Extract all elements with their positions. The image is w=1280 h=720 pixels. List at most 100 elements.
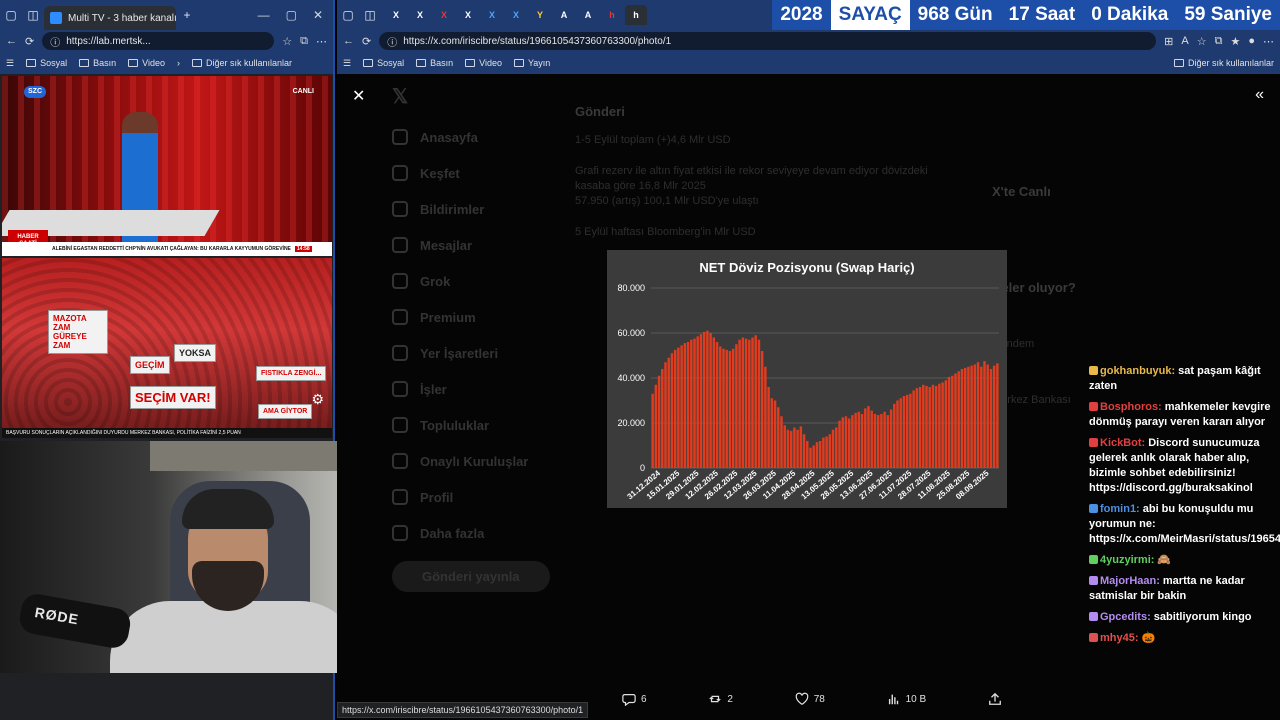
bar [857,411,861,468]
tab-x-3[interactable]: X [433,5,455,25]
avatar[interactable]: ● [1248,35,1255,47]
tab-x-6[interactable]: X [505,5,527,25]
tab-multi-tv[interactable]: Multi TV - 3 haber kanalı ✕ [44,6,176,30]
back-icon[interactable]: ← [343,35,354,47]
minimize-icon[interactable]: — [258,8,270,22]
x-logo[interactable]: 𝕏 [392,84,550,109]
nav-communities[interactable]: Topluluklar [392,417,550,433]
collapse-panel-icon[interactable]: « [1255,86,1264,104]
refresh-icon[interactable]: ⟳ [362,35,371,48]
bookmark-video[interactable]: Video [128,58,165,68]
bar [976,362,980,468]
nav-messages[interactable]: Mesajlar [392,237,550,253]
chat-username[interactable]: KickBot: [1100,437,1145,449]
nav-more[interactable]: Daha fazla [392,525,550,541]
nav-explore[interactable]: Keşfet [392,165,550,181]
extensions-icon[interactable]: ⧉ [300,35,308,48]
favorites-icon[interactable]: ☰ [6,58,14,69]
close-icon[interactable]: ✕ [352,86,365,106]
chat-username[interactable]: Bosphoros: [1100,401,1162,413]
page-info-icon[interactable]: ⓘ [387,34,397,49]
favorite-star-icon[interactable]: ☆ [1197,35,1207,48]
like-button[interactable]: 78 [795,692,825,706]
protest-sign: FISTIKLA ZENGİ... [256,366,327,381]
bookmark-sosyal[interactable]: Sosyal [363,58,404,68]
chat-username[interactable]: mhy45: [1100,632,1139,644]
tab-h-2[interactable]: h [625,5,647,25]
post-line: 1-5 Eylül toplam (+)4,6 Mlr USD [575,134,731,146]
bookmark-basin[interactable]: Basın [416,58,453,68]
folder-icon [26,59,37,67]
bookmark-video[interactable]: Video [465,58,502,68]
favorites-icon[interactable]: ☰ [343,58,351,69]
views-button[interactable]: 10 B [887,692,926,706]
tab-x-2[interactable]: X [409,5,431,25]
tab-actions-icon[interactable]: ◫ [22,8,44,22]
workspaces-icon[interactable]: ▢ [0,8,22,22]
tv-stream-szc[interactable]: SZC CANLI HABER SAATİ ALEBİNİ EGASTAN RE… [2,76,332,256]
badge-icon [1089,555,1098,564]
chat-username[interactable]: gokhanbuyuk: [1100,365,1175,377]
extensions-icon[interactable]: ⧉ [1215,35,1223,48]
tab-y[interactable]: Y [529,5,551,25]
gear-icon[interactable]: ⚙ [311,391,324,408]
nav-premium[interactable]: Premium [392,309,550,325]
app-available-icon[interactable]: ⊞ [1164,35,1173,48]
tab-x-4[interactable]: X [457,5,479,25]
bookmark-basin[interactable]: Basın [79,58,116,68]
nav-profile[interactable]: Profil [392,489,550,505]
bookmark-yayin[interactable]: Yayın [513,58,550,68]
chat-text: sabitliyorum kingo [1153,611,1252,623]
bookmark-other[interactable]: Diğer sık kullanılanlar [1173,58,1274,68]
maximize-icon[interactable]: ▢ [286,8,297,22]
nav-home[interactable]: Anasayfa [392,129,550,145]
bar [841,417,844,468]
chart-image[interactable]: NET Döviz Pozisyonu (Swap Hariç) 0 20.000… [607,250,1007,508]
back-icon[interactable]: ← [6,35,17,47]
nav-grok[interactable]: Grok [392,273,550,289]
new-tab-icon[interactable]: + [176,8,198,22]
more-menu-icon[interactable]: ⋯ [1263,35,1274,48]
chat-message: mhy45: 🎃 [1089,631,1274,646]
tab-h-1[interactable]: h [601,5,623,25]
workspaces-icon[interactable]: ▢ [337,8,359,22]
bar [670,353,674,468]
bar [873,414,877,468]
tab-a-1[interactable]: A [553,5,575,25]
close-window-icon[interactable]: ✕ [313,8,323,22]
right-url-field[interactable]: ⓘ https://x.com/iriscibre/status/1966105… [379,32,1157,50]
tab-a-2[interactable]: A [577,5,599,25]
y-tick-label: 60.000 [617,328,645,338]
bookmark-sosyal[interactable]: Sosyal [26,58,67,68]
tv-stream-halk[interactable]: MAZOTA ZAM GÜREYE ZAM GEÇİM YOKSA SEÇİM … [2,258,332,438]
nav-jobs[interactable]: İşler [392,381,550,397]
chat-username[interactable]: fomin1: [1100,503,1140,515]
reply-button[interactable]: 6 [622,692,647,706]
chat-username[interactable]: MajorHaan: [1100,575,1160,587]
left-url-field[interactable]: ⓘ https://lab.mertsk... [42,32,275,50]
more-menu-icon[interactable]: ⋯ [316,35,327,48]
bookmark-other[interactable]: Diğer sık kullanılanlar [191,58,292,68]
badge-icon [1089,504,1098,513]
nav-verified-orgs[interactable]: Onaylı Kuruluşlar [392,453,550,469]
share-button[interactable] [988,692,1002,706]
chat-username[interactable]: Gpcedits: [1100,611,1151,623]
page-info-icon[interactable]: ⓘ [50,34,60,49]
protest-sign: SEÇİM VAR! [130,386,216,409]
trend-item[interactable]: Gündem [992,336,1212,352]
streamer-shirt [110,601,360,673]
tab-x-1[interactable]: X [385,5,407,25]
post-button[interactable]: Gönderi yayınla [392,561,550,592]
chat-username[interactable]: 4yuzyirmi: [1100,554,1154,566]
refresh-icon[interactable]: ⟳ [25,35,34,48]
tab-actions-icon[interactable]: ◫ [359,8,381,22]
repost-button[interactable]: 2 [708,692,733,706]
nav-notifications[interactable]: Bildirimler [392,201,550,217]
favorites-icon[interactable]: ★ [1230,35,1240,48]
tab-x-5[interactable]: X [481,5,503,25]
nav-bookmarks[interactable]: Yer İşaretleri [392,345,550,361]
favorite-star-icon[interactable]: ☆ [282,35,292,48]
read-aloud-icon[interactable]: A [1181,35,1188,47]
chevron-right-icon[interactable]: › [177,58,180,68]
bar [983,361,986,468]
